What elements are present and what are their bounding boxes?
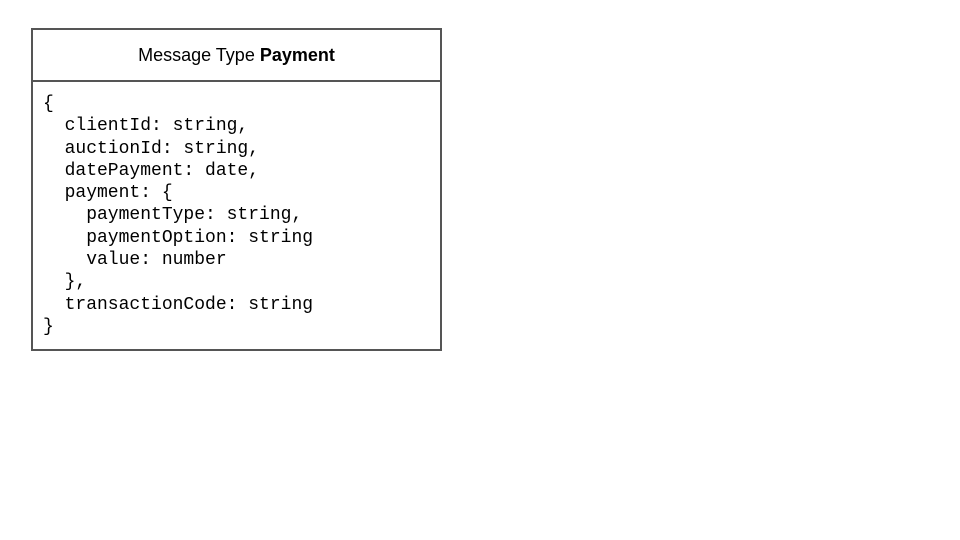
schema-line: }, [43,272,87,293]
message-type-box: Message Type Payment { clientId: string,… [31,28,442,351]
message-schema-body: { clientId: string, auctionId: string, d… [33,82,440,338]
schema-line: paymentType: string, [43,205,303,226]
schema-line: auctionId: string, [43,138,260,159]
schema-line: value: number [43,250,227,271]
message-type-label: Message Type [138,44,260,65]
schema-line: clientId: string, [43,116,249,137]
schema-line: payment: { [43,183,173,204]
schema-line: datePayment: date, [43,160,260,181]
schema-line: transactionCode: string [43,294,314,315]
schema-line: { [43,94,54,114]
message-type-header: Message Type Payment [33,30,440,82]
schema-line: } [43,316,54,337]
message-type-name: Payment [259,44,335,65]
schema-line: paymentOption: string [43,227,314,248]
